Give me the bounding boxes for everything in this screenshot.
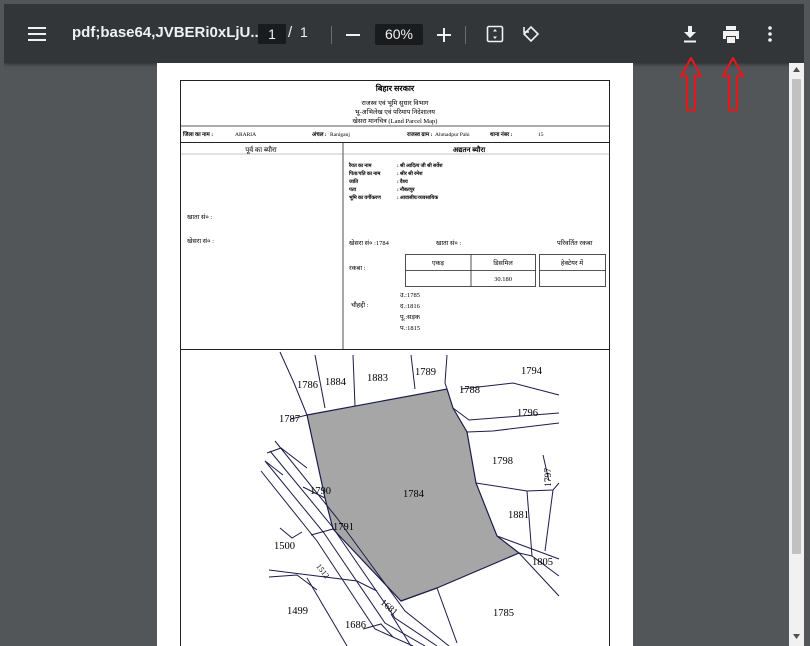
parcel-label: 1686 [345, 620, 366, 631]
header-line-3: खेसरा मानचित्र (Land Parcel Map) [353, 117, 438, 125]
khata-number: खाता सं० : [436, 239, 461, 247]
block-value: Raniganj [330, 132, 350, 138]
left-khata-label: खाता सं० : [187, 213, 212, 221]
parcel-label: 1681 [378, 598, 399, 618]
page-number-input[interactable]: 1 [258, 24, 286, 44]
village-value: Ahmadpur Pahi [435, 132, 470, 138]
owner-row-label: पिता/पति का नाम [348, 170, 381, 177]
parcel-label: 1499 [287, 606, 308, 617]
zoom-out-icon[interactable] [342, 24, 364, 46]
left-section-heading: पूर्व का ब्यौरा [245, 145, 277, 154]
boundary-list: उ.:1785 द.:1816 पू.:सड़क प.:1815 [400, 292, 421, 332]
owner-row-label: जाति [348, 178, 359, 185]
parcel-label: 1791 [333, 522, 354, 533]
boundary-label: चौहद्दी : [351, 301, 369, 309]
thana-value: 15 [538, 132, 544, 138]
owner-row-value: : श्री आदित्य जी श्री सर्वेश [397, 162, 443, 169]
parcel-label: 1798 [492, 456, 513, 467]
pdf-viewer: pdf;base64,JVBERi0xLjU... 1 / 1 60% बिहा… [4, 4, 804, 646]
boundary-south: द.:1816 [400, 303, 421, 310]
red-arrow-print-annotation [721, 56, 745, 112]
owner-row-label: पता [348, 187, 357, 193]
boundary-east: पू.:सड़क [400, 314, 421, 321]
parcel-label: 1884 [325, 377, 347, 388]
rakba-label: रकबा : [349, 265, 366, 272]
left-khesra-label: खेसरा सं० : [187, 237, 214, 245]
document-title: pdf;base64,JVBERi0xLjU... [72, 24, 263, 41]
parcel-label: 1789 [415, 367, 436, 378]
boundary-north: उ.:1785 [400, 292, 420, 299]
area-table: एकड़ डिसमिल हेक्टेयर में 30.180 [405, 254, 606, 287]
pdf-toolbar: pdf;base64,JVBERi0xLjU... 1 / 1 60% [4, 4, 804, 63]
owner-row-value: : आवासीय/व्यवसायिक [397, 194, 439, 201]
parcel-label: 1805 [532, 557, 553, 568]
area-header-decimal: डिसमिल [493, 259, 513, 267]
area-header-hectare: हेक्टेयर में [561, 259, 583, 267]
owner-row-value: : नौबतपुर [397, 186, 416, 193]
village-label: राजस्व ग्राम : [406, 132, 433, 138]
owner-details: रैयत का नाम : श्री आदित्य जी श्री सर्वेश… [348, 162, 443, 201]
parcel-label: 1784 [403, 489, 425, 500]
parcel-label: 1796 [517, 408, 538, 419]
page-total: 1 [300, 24, 308, 40]
parcel-label: 1787 [279, 414, 300, 425]
page-separator: / [288, 24, 293, 41]
land-parcel-document: बिहार सरकार राजस्व एवं भूमि सुधार विभाग … [180, 80, 610, 646]
owner-row-label: रैयत का नाम [348, 162, 373, 169]
parcel-label: 1500 [274, 541, 295, 552]
parcel-label: 1881 [508, 510, 529, 521]
khesra-number: खेसरा सं० :1784 [349, 239, 390, 247]
scrollbar-thumb[interactable] [792, 79, 801, 554]
pdf-page: बिहार सरकार राजस्व एवं भूमि सुधार विभाग … [157, 63, 633, 646]
district-label: जिला का नाम : [182, 130, 213, 138]
right-section-heading: अद्यतन ब्यौरा [453, 145, 486, 154]
menu-icon[interactable] [24, 22, 50, 46]
owner-row-value: : वैश्य [397, 178, 409, 185]
parcel-label: 1788 [459, 385, 480, 396]
parcel-label: 1794 [521, 366, 543, 377]
area-value-decimal: 30.180 [494, 276, 512, 283]
parcel-label: 1785 [493, 608, 514, 619]
toolbar-divider [465, 26, 466, 44]
print-icon[interactable] [720, 23, 742, 45]
download-icon[interactable] [679, 23, 701, 45]
zoom-level-input[interactable]: 60% [375, 24, 423, 45]
thana-label: थाना नंबर : [490, 131, 513, 138]
fit-page-icon[interactable] [484, 23, 506, 45]
header-title: बिहार सरकार [375, 83, 415, 93]
header-line-2: भू-अभिलेख एवं परिमाप निदेशालय [355, 108, 435, 116]
scroll-down-arrow-icon[interactable] [793, 634, 800, 639]
parcel-label: 1883 [367, 373, 388, 384]
zoom-in-icon[interactable] [433, 24, 455, 46]
scroll-up-arrow-icon[interactable] [793, 67, 800, 72]
boundary-west: प.:1815 [400, 325, 420, 332]
area-header-acre: एकड़ [432, 260, 445, 267]
owner-row-label: भूमि का वर्गीकरण [349, 194, 381, 201]
red-arrow-download-annotation [679, 56, 703, 112]
district-value: ARARIA [235, 132, 256, 138]
parcel-label: 1797 [544, 468, 554, 487]
parcel-label: 1786 [297, 380, 318, 391]
block-label: अंचल : [312, 131, 327, 138]
changed-area-label: परिवर्तित रकबा [557, 239, 593, 247]
parcel-label: 1790 [310, 486, 331, 497]
toolbar-divider [331, 26, 332, 44]
owner-row-value: : श्रीर श्री रमेश [397, 170, 423, 177]
header-line-1: राजस्व एवं भूमि सुधार विभाग [361, 99, 428, 107]
rotate-icon[interactable] [520, 23, 542, 45]
more-options-icon[interactable] [760, 23, 780, 45]
vertical-scrollbar[interactable] [789, 63, 804, 646]
